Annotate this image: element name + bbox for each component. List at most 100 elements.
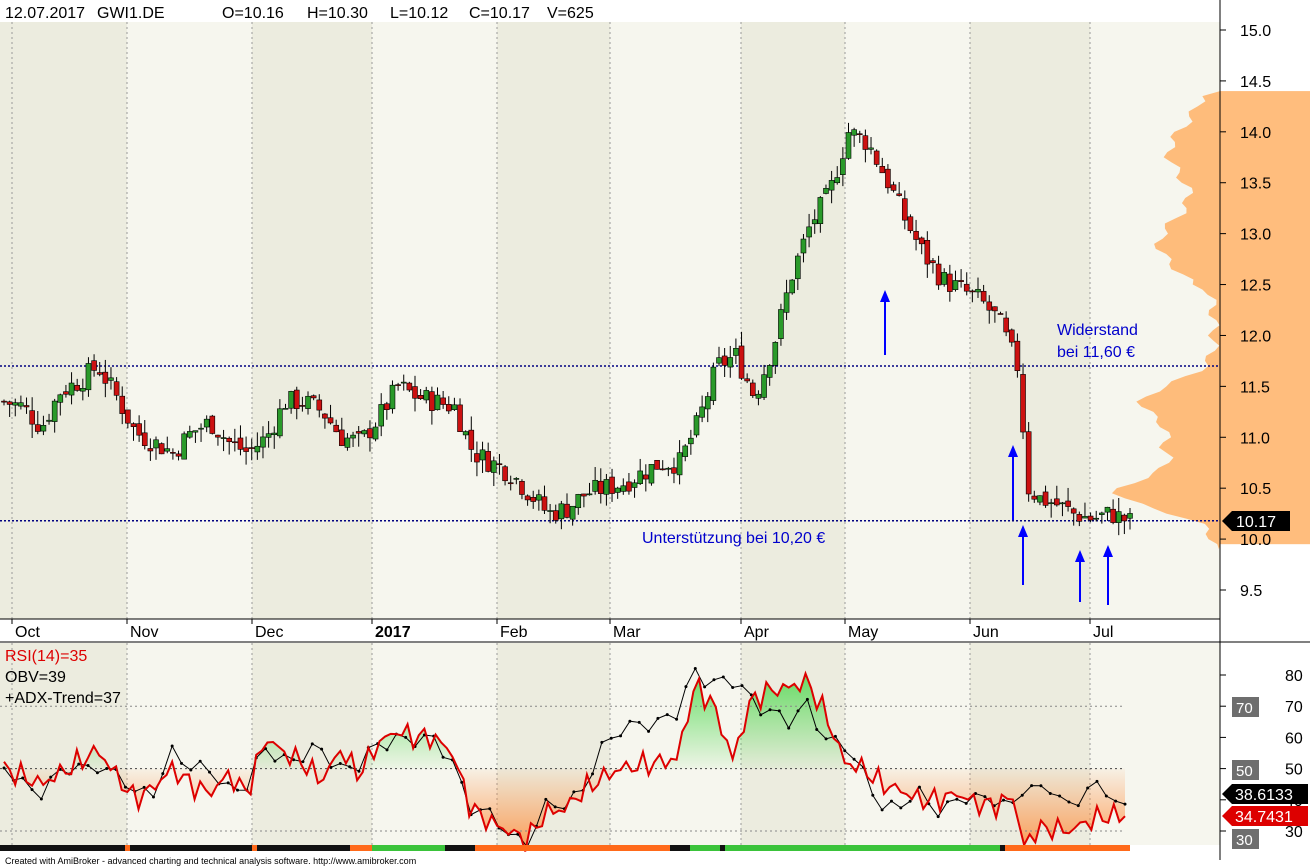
candle-body <box>901 198 908 221</box>
candle-body <box>170 452 176 454</box>
candle-body <box>1127 513 1133 519</box>
band <box>497 22 610 619</box>
candle-body <box>552 510 559 521</box>
candle-body <box>406 382 413 391</box>
candle-body <box>355 431 362 434</box>
candle-body <box>18 402 24 407</box>
obv-point <box>740 684 744 688</box>
obv-point <box>880 808 884 812</box>
indicator-tick-label: 60 <box>1285 730 1303 747</box>
trend-segment <box>690 845 720 851</box>
candle-body <box>136 423 142 436</box>
obv-point <box>310 742 314 746</box>
obv-point <box>1002 798 1006 802</box>
candle-body <box>744 378 750 382</box>
candle-body <box>597 480 604 494</box>
header-symbol: GWI1.DE <box>97 5 165 22</box>
candle-body <box>592 479 598 492</box>
obv-point <box>1095 779 1099 783</box>
candle-body <box>367 428 373 439</box>
candle-body <box>457 404 463 432</box>
candle-body <box>51 400 58 422</box>
obv-point <box>684 685 688 689</box>
obv-point <box>488 807 492 811</box>
indicator-tick-label: 80 <box>1285 668 1303 685</box>
candle-body <box>1070 508 1077 514</box>
price-tick-label: 11.5 <box>1240 379 1270 396</box>
candle-body <box>873 150 880 165</box>
candle-body <box>659 468 666 471</box>
candle-body <box>1099 512 1105 515</box>
candle-body <box>389 384 396 410</box>
month-label: Oct <box>15 624 40 641</box>
candle-body <box>1025 431 1032 495</box>
candle-body <box>288 391 294 409</box>
trend-segment <box>350 845 372 851</box>
obv-point <box>675 717 679 721</box>
candle-body <box>851 129 857 136</box>
obv-point <box>170 744 174 748</box>
indicator-tick-label: 70 <box>1285 699 1303 716</box>
trend-segment <box>252 845 257 851</box>
candle-body <box>721 355 728 366</box>
band <box>0 22 127 619</box>
candle-body <box>417 395 424 399</box>
candle-body <box>761 374 767 398</box>
candle-body <box>12 402 19 406</box>
candle-body <box>23 405 30 408</box>
candle-body <box>310 395 317 399</box>
candle-body <box>558 503 565 520</box>
trend-segment <box>1000 845 1005 851</box>
candle-body <box>637 470 643 484</box>
candle-body <box>704 396 711 410</box>
candle-body <box>6 401 13 405</box>
candle-body <box>828 180 835 191</box>
candle-body <box>896 193 902 196</box>
candle-body <box>209 415 216 434</box>
candle-body <box>856 133 863 136</box>
candle-body <box>603 479 610 495</box>
candle-body <box>676 452 683 476</box>
candle-body <box>474 453 480 463</box>
candle-body <box>1020 374 1026 433</box>
obv-point <box>236 788 240 792</box>
candle-body <box>778 309 784 339</box>
obv-point <box>759 713 763 717</box>
candle-body <box>96 372 103 375</box>
candle-body <box>772 342 779 366</box>
obv-point <box>77 762 81 766</box>
candle-body <box>519 480 525 495</box>
obv-point <box>553 805 557 809</box>
price-tick-label: 15.0 <box>1240 23 1271 40</box>
candle-body <box>1104 506 1111 513</box>
obv-point <box>338 761 342 765</box>
trend-segment <box>0 845 125 851</box>
candle-body <box>766 365 773 378</box>
candle-body <box>586 493 593 496</box>
candle-body <box>384 403 390 411</box>
candle-body <box>237 437 244 450</box>
obv-point <box>833 734 837 738</box>
obv-point <box>889 799 893 803</box>
candle-body <box>1054 498 1060 506</box>
obv-point <box>983 795 987 799</box>
candle-body <box>806 226 812 238</box>
candle-body <box>46 419 52 422</box>
header-low: L=10.12 <box>390 5 448 22</box>
trend-segment <box>725 845 1000 851</box>
obv-point <box>21 776 25 780</box>
band <box>970 22 1090 619</box>
candle-body <box>682 445 689 457</box>
obv-point <box>441 755 445 759</box>
candle-body <box>141 432 148 446</box>
level-70-badge: 70 <box>1236 700 1253 717</box>
candle-body <box>749 382 756 396</box>
indicator-tick-label: 30 <box>1285 824 1303 841</box>
candle-body <box>400 381 407 384</box>
candle-body <box>924 240 931 265</box>
obv-point <box>665 713 669 717</box>
level-50-badge: 50 <box>1236 763 1253 780</box>
candle-body <box>164 448 171 452</box>
candle-body <box>277 408 283 437</box>
obv-point <box>95 771 99 775</box>
